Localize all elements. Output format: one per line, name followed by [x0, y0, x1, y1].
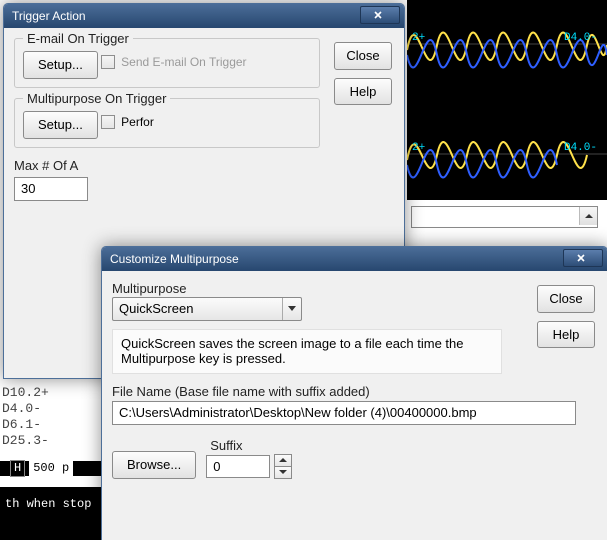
combo-value: QuickScreen	[119, 301, 193, 316]
browse-button[interactable]: Browse...	[112, 451, 196, 479]
filename-field[interactable]: C:\Users\Administrator\Desktop\New folde…	[112, 401, 576, 425]
perform-checkbox[interactable]: Perfor	[101, 115, 154, 129]
multipurpose-combo[interactable]: QuickScreen	[112, 297, 302, 321]
customize-titlebar[interactable]: Customize Multipurpose	[102, 247, 607, 271]
waveform-svg	[407, 0, 607, 200]
close-button[interactable]: Close	[334, 42, 392, 70]
h-indicator: H	[10, 460, 25, 476]
close-button[interactable]: Close	[537, 285, 595, 313]
trigger-titlebar[interactable]: Trigger Action	[4, 4, 404, 28]
checkbox-label: Send E-mail On Trigger	[121, 55, 246, 69]
checkbox-icon	[101, 55, 115, 69]
scope-channel-label: D4.0-	[564, 142, 597, 155]
multipurpose-row: Multipurpose QuickScreen QuickScreen sav…	[112, 281, 502, 479]
help-button[interactable]: Help	[537, 321, 595, 349]
max-actions-field[interactable]: 30	[14, 177, 88, 201]
terminal-text: th when stop	[5, 497, 91, 511]
email-on-trigger-group: E-mail On Trigger Setup... Send E-mail O…	[14, 38, 320, 88]
h-value: 500 p	[29, 461, 73, 475]
background-dropdown[interactable]	[411, 206, 598, 228]
max-actions-row: Max # Of A 30	[14, 158, 394, 201]
suffix-row: Browse... Suffix 0	[112, 438, 502, 479]
close-icon[interactable]	[563, 249, 603, 267]
email-setup-button[interactable]: Setup...	[23, 51, 98, 79]
help-button[interactable]: Help	[334, 78, 392, 106]
checkbox-label: Perfor	[121, 115, 154, 129]
trigger-title: Trigger Action	[12, 9, 86, 23]
suffix-label: Suffix	[210, 438, 292, 454]
scope-channel-label: D4.0-	[564, 32, 597, 45]
chevron-down-icon	[282, 298, 301, 320]
suffix-spinner[interactable]	[274, 454, 292, 479]
checkbox-icon	[101, 115, 115, 129]
customize-title: Customize Multipurpose	[110, 252, 239, 266]
spinner-down[interactable]	[274, 466, 292, 479]
multipurpose-on-trigger-group: Multipurpose On Trigger Setup... Perfor	[14, 98, 320, 148]
scope-channel-label: 2+	[412, 142, 425, 155]
filename-label: File Name (Base file name with suffix ad…	[112, 384, 502, 400]
max-actions-label: Max # Of A	[14, 158, 78, 173]
scope-channel-label: 2+	[412, 32, 425, 45]
oscilloscope-view: 2+ D4.0- 2+ D4.0-	[407, 0, 607, 200]
suffix-field[interactable]: 0	[206, 455, 270, 479]
chevron-up-icon	[579, 207, 597, 225]
group-label: Multipurpose On Trigger	[23, 91, 170, 107]
multipurpose-label: Multipurpose	[112, 281, 502, 297]
group-label: E-mail On Trigger	[23, 31, 133, 47]
measurement-labels: D10.2+ D4.0- D6.1- D25.3-	[2, 385, 49, 449]
send-email-checkbox: Send E-mail On Trigger	[101, 55, 246, 69]
multipurpose-setup-button[interactable]: Setup...	[23, 111, 98, 139]
close-icon[interactable]	[360, 6, 400, 24]
customize-multipurpose-window: Customize Multipurpose Close Help Multip…	[101, 246, 607, 540]
description-box: QuickScreen saves the screen image to a …	[112, 329, 502, 374]
